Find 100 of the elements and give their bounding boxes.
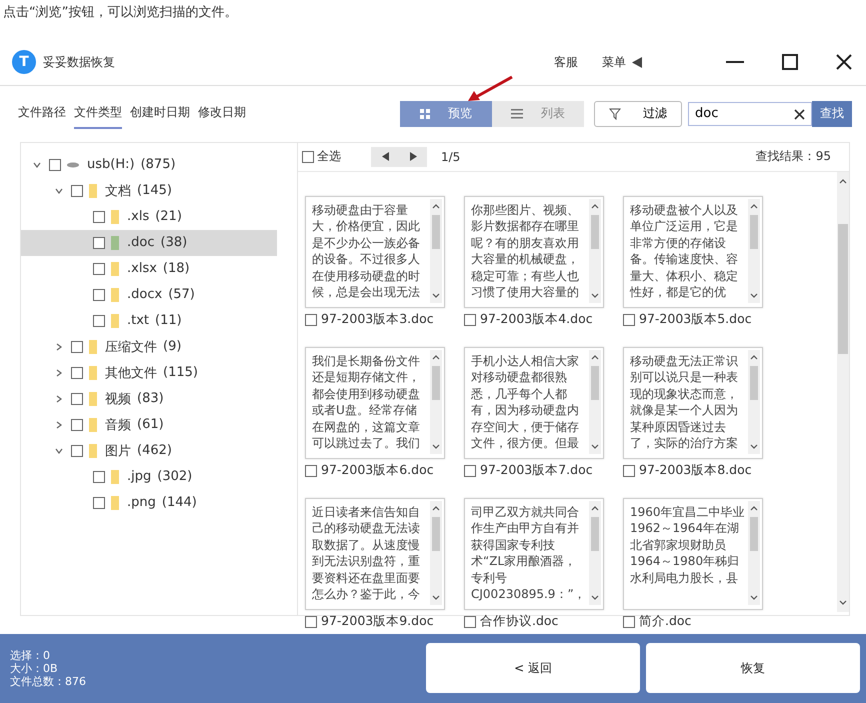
checkbox[interactable] xyxy=(71,418,83,431)
scrollbar[interactable] xyxy=(430,500,442,605)
recover-button[interactable]: 恢复 xyxy=(646,643,860,694)
checkbox[interactable] xyxy=(71,184,83,197)
tree-item[interactable]: 文档 (145) xyxy=(21,178,255,204)
checkbox[interactable] xyxy=(305,616,317,628)
checkbox[interactable] xyxy=(93,288,105,301)
sort-tab[interactable]: 创建时日期 xyxy=(130,98,190,130)
checkbox[interactable] xyxy=(623,464,635,477)
tree-item[interactable]: .xlsx (18) xyxy=(21,256,277,282)
document-preview[interactable]: 司甲乙双方就共同合 作生产由甲方自有并 获得国家专利技 术“ZL家用酿酒器， 专利号 CJ00230895.9：”， xyxy=(464,498,604,610)
chevron-icon[interactable] xyxy=(55,186,63,195)
checkbox[interactable] xyxy=(71,366,83,379)
checkbox[interactable] xyxy=(93,470,105,483)
preview-text-line: 现的现象状态而意， xyxy=(630,386,739,402)
tree-item[interactable]: .xls (21) xyxy=(21,204,277,230)
tree-item[interactable]: 图片 (462) xyxy=(21,438,255,464)
document-preview[interactable]: 移动硬盘由于容量 大，价格便宜，因此 是不少办公一族必备 的设备。不过很多人 在使用移动硬盘的时 候，总是会出现无法 xyxy=(305,196,445,308)
document-preview[interactable]: 移动硬盘被个人以及 单位广泛运用，它是 非常方便的存储设 备。传输速度快、容 量大、体积小、稳定 性好，都是它的优 xyxy=(623,196,763,308)
chevron-icon[interactable] xyxy=(55,446,63,455)
scrollbar[interactable] xyxy=(589,350,601,454)
search-button[interactable]: 查找 xyxy=(812,100,852,127)
tree-label: 音频 xyxy=(105,416,131,434)
scrollbar[interactable] xyxy=(430,198,442,303)
sort-tab[interactable]: 文件类型 xyxy=(74,98,122,130)
checkbox[interactable] xyxy=(623,314,635,326)
file-name: 合作协议.doc xyxy=(480,613,558,630)
file-count: (145) xyxy=(137,183,172,198)
clear-icon[interactable] xyxy=(794,108,805,120)
scrollbar[interactable] xyxy=(748,198,760,303)
checkbox[interactable] xyxy=(93,496,105,509)
preview-text-line: 存空间大，便于储存 xyxy=(471,418,580,436)
maximize-icon[interactable] xyxy=(782,54,798,70)
back-button[interactable]: < 返回 xyxy=(426,643,640,694)
document-preview[interactable]: 手机小达人相信大家 对移动硬盘都很熟 悉，几乎每个人都 有，因为移动硬盘内 存空间大，便于储存 文件，很方便。但最 xyxy=(464,346,604,459)
scrollbar[interactable] xyxy=(430,350,442,454)
filter-button[interactable]: 过滤 xyxy=(594,100,682,127)
preview-text-line: 别可以说只是一种表 xyxy=(630,369,739,386)
checkbox[interactable] xyxy=(71,392,83,405)
tree-item[interactable]: usb(H:) (875) xyxy=(21,152,233,178)
chevron-icon[interactable] xyxy=(55,342,63,351)
tree-item[interactable]: 视频 (83) xyxy=(21,386,255,412)
folder-icon xyxy=(89,340,97,354)
checkbox[interactable] xyxy=(623,616,635,628)
tree-item[interactable]: .doc (38) xyxy=(21,230,277,256)
tree-item[interactable]: .txt (11) xyxy=(21,308,277,334)
tree-item[interactable]: .png (144) xyxy=(21,490,277,516)
file-name: 97-2003版本8.doc xyxy=(639,462,752,480)
checkbox[interactable] xyxy=(93,236,105,249)
checkbox[interactable] xyxy=(93,262,105,275)
preview-text-line: 北省郭家坝财助员 xyxy=(630,536,727,554)
file-count: (462) xyxy=(137,443,172,458)
checkbox[interactable] xyxy=(93,314,105,327)
preview-text-line: 都会使用到移动硬盘 xyxy=(312,386,421,402)
chevron-icon[interactable] xyxy=(55,368,63,377)
document-preview[interactable]: 移动硬盘无法正常识 别可以说只是一种表 现的现象状态而意， 就像是某一个人因为 某种原因昏迷过去 了，实际的治疗方案 xyxy=(623,346,763,459)
preview-text-line: 1964～1980年秭归 xyxy=(630,553,740,570)
sort-tab[interactable]: 修改日期 xyxy=(198,98,246,130)
file-count: (115) xyxy=(163,365,198,380)
checkbox[interactable] xyxy=(93,210,105,223)
document-preview[interactable]: 我们是长期备份文件 还是短期存储文件， 都会使用到移动硬盘 或者U盘。经常存储 在网盘的，这篇文章 可以跳过去了。我们 xyxy=(305,346,445,459)
tree-item[interactable]: .jpg (302) xyxy=(21,464,277,490)
support-link[interactable]: 客服 xyxy=(554,54,578,71)
tree-label: .xls xyxy=(127,209,150,224)
checkbox[interactable] xyxy=(464,314,476,326)
scrollbar[interactable] xyxy=(748,500,760,605)
preview-text-line: 司甲乙双方就共同合 xyxy=(471,504,580,520)
checkbox[interactable] xyxy=(71,444,83,457)
sort-tab[interactable]: 文件路径 xyxy=(18,98,66,130)
chevron-icon[interactable] xyxy=(33,160,41,169)
close-icon[interactable] xyxy=(836,54,852,70)
minimize-icon[interactable] xyxy=(726,61,744,64)
tree-item[interactable]: .docx (57) xyxy=(21,282,277,308)
checkbox[interactable] xyxy=(49,158,61,171)
preview-text-line: 有，因为移动硬盘内 xyxy=(471,402,580,419)
preview-text-line: 非常方便的存储设 xyxy=(630,234,727,252)
document-preview[interactable]: 1960年宜昌二中毕业 1962～1964年在湖 北省郭家坝财助员 1964～1980年秭归 水利局电力股长，县 xyxy=(623,498,763,610)
select-all-checkbox[interactable]: 全选 xyxy=(302,148,341,166)
window-title: 妥妥数据恢复 xyxy=(43,54,115,71)
chevron-icon[interactable] xyxy=(55,420,63,429)
file-count: (38) xyxy=(160,235,188,250)
chevron-icon[interactable] xyxy=(55,394,63,403)
tree-item[interactable]: 音频 (61) xyxy=(21,412,255,438)
checkbox[interactable] xyxy=(71,340,83,353)
document-preview[interactable]: 你那些图片、视频、 影片数据都存在哪里 呢？有的朋友喜欢用 大容量的机械硬盘， 稳定可靠；有些人也 习惯了使用大容量的 xyxy=(464,196,604,308)
preview-text-line: 稳定可靠；有些人也 xyxy=(471,268,580,284)
document-preview[interactable]: 近日读者来信告知自 己的移动硬盘无法读 取数据了。从速度慢 到无法识别盘符，重 要资料还在盘里面要 怎么办？鉴于此，今 xyxy=(305,498,445,610)
tree-item[interactable]: 压缩文件 (9) xyxy=(21,334,255,360)
scrollbar[interactable] xyxy=(589,198,601,303)
preview-text-line: 专利号 xyxy=(471,570,508,586)
scrollbar[interactable] xyxy=(748,350,760,454)
checkbox[interactable] xyxy=(464,464,476,477)
search-field[interactable]: doc xyxy=(688,102,812,126)
scrollbar[interactable] xyxy=(837,172,849,612)
scrollbar[interactable] xyxy=(589,500,601,605)
checkbox[interactable] xyxy=(464,616,476,628)
menu-link[interactable]: 菜单 xyxy=(602,54,626,71)
tree-item[interactable]: 其他文件 (115) xyxy=(21,360,255,386)
checkbox[interactable] xyxy=(305,464,317,477)
checkbox[interactable] xyxy=(305,314,317,326)
